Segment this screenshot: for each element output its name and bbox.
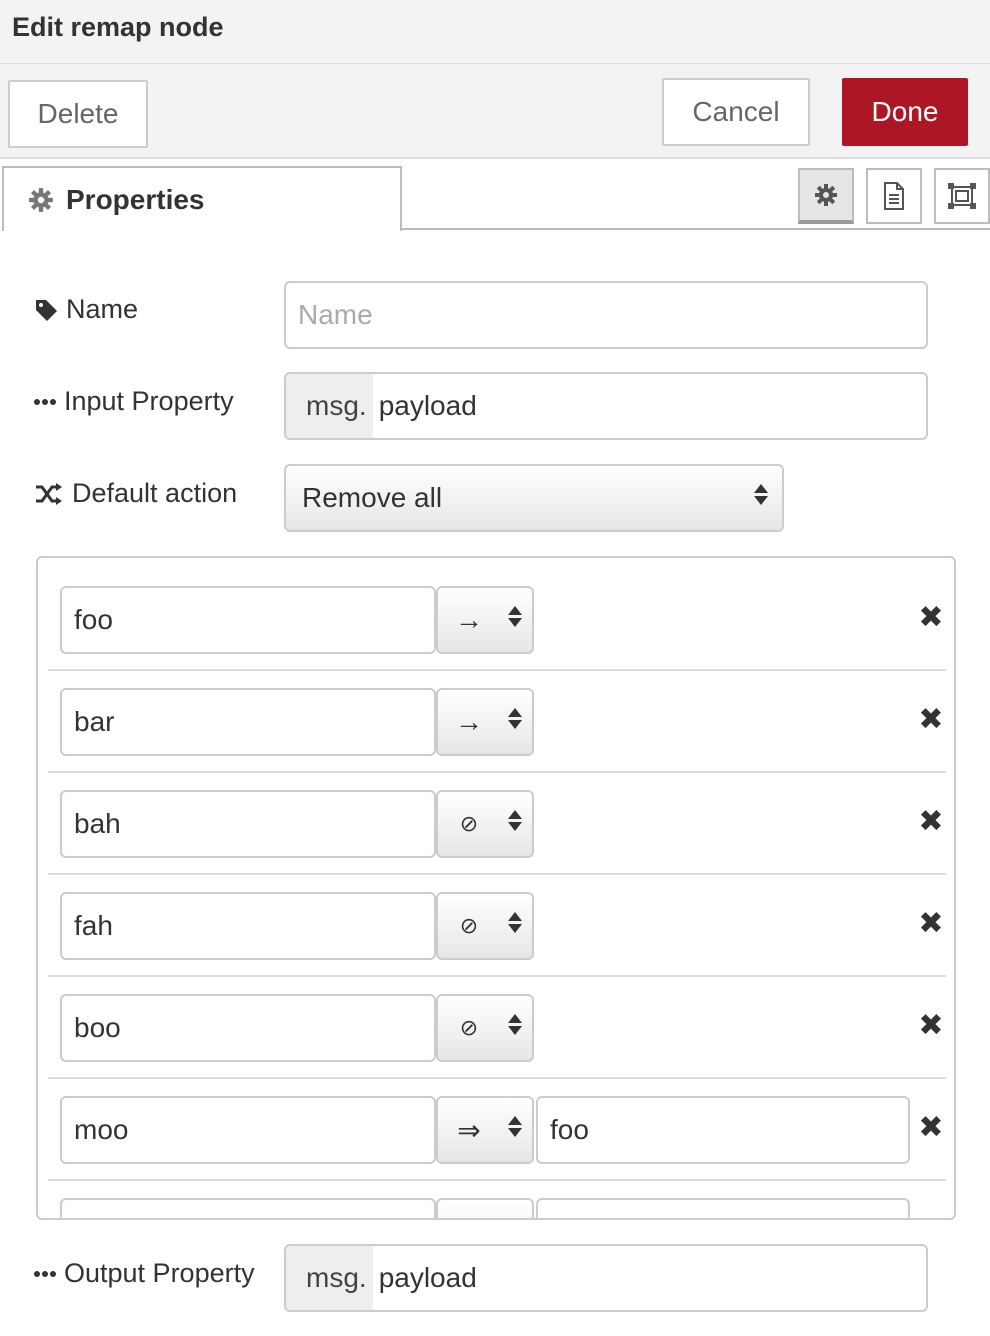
name-label: Name bbox=[34, 294, 138, 325]
dialog-toolbar: Delete Cancel Done bbox=[0, 64, 990, 159]
default-action-value: Remove all bbox=[302, 482, 443, 513]
tab-properties-label: Properties bbox=[66, 183, 205, 215]
input-property-label: Input Property bbox=[34, 386, 234, 417]
tab-bar: Properties bbox=[0, 161, 990, 231]
delete-rule-icon[interactable]: ✖ bbox=[916, 1111, 946, 1144]
delete-rule-icon[interactable]: ✖ bbox=[916, 703, 946, 736]
ellipsis-icon bbox=[34, 1270, 56, 1278]
input-property-label-text: Input Property bbox=[64, 386, 234, 416]
select-arrows-icon bbox=[508, 1116, 522, 1137]
rule-divider bbox=[48, 669, 946, 671]
ellipsis-icon bbox=[34, 398, 56, 406]
rule-from-input[interactable]: foo bbox=[60, 586, 436, 654]
frame-icon bbox=[948, 183, 976, 209]
tag-icon bbox=[34, 298, 58, 322]
tab-properties[interactable]: Properties bbox=[2, 166, 402, 231]
gear-icon bbox=[29, 187, 53, 212]
output-property-value[interactable]: payload bbox=[373, 1246, 477, 1310]
keep-arrow-icon: → bbox=[455, 604, 483, 635]
rule-operation-select[interactable]: → bbox=[436, 586, 534, 654]
rule-from-input[interactable]: moo bbox=[60, 1096, 436, 1164]
default-action-select[interactable]: Remove all bbox=[284, 464, 784, 532]
rule-operation-select[interactable]: ⊘ bbox=[436, 892, 534, 960]
dialog-title: Edit remap node bbox=[12, 12, 224, 42]
name-label-text: Name bbox=[66, 294, 139, 324]
rule-divider bbox=[48, 771, 946, 773]
output-property-type[interactable]: msg. bbox=[286, 1246, 373, 1310]
document-icon bbox=[884, 182, 904, 210]
shuffle-icon bbox=[34, 482, 64, 506]
output-property-field[interactable]: msg. payload bbox=[284, 1244, 928, 1312]
delete-rule-icon[interactable]: ✖ bbox=[916, 1009, 946, 1042]
rule-divider bbox=[48, 975, 946, 977]
rule-divider bbox=[48, 1179, 946, 1181]
rules-list[interactable]: foo → ✖ bar → ✖ bah ⊘ ✖ fah ⊘ ✖ boo ⊘ ✖ … bbox=[36, 556, 956, 1220]
rule-to-input[interactable]: foo bbox=[536, 1096, 910, 1164]
input-property-field[interactable]: msg. payload bbox=[284, 372, 928, 440]
tab-description-button[interactable] bbox=[866, 168, 922, 224]
dialog-titlebar: Edit remap node bbox=[0, 0, 990, 64]
select-arrows-icon bbox=[508, 708, 522, 729]
delete-rule-icon[interactable]: ✖ bbox=[916, 805, 946, 838]
cancel-button[interactable]: Cancel bbox=[662, 78, 810, 146]
done-button[interactable]: Done bbox=[842, 78, 968, 146]
rule-operation-select-partial[interactable] bbox=[436, 1198, 534, 1218]
rule-to-input-partial[interactable] bbox=[536, 1198, 910, 1218]
tab-appearance-button[interactable] bbox=[934, 168, 990, 224]
rule-operation-select[interactable]: ⊘ bbox=[436, 994, 534, 1062]
rule-divider bbox=[48, 873, 946, 875]
gear-icon bbox=[815, 184, 837, 206]
name-placeholder: Name bbox=[298, 299, 373, 330]
rule-from-input[interactable]: fah bbox=[60, 892, 436, 960]
select-arrows-icon bbox=[508, 912, 522, 933]
rename-arrow-icon: ⇒ bbox=[457, 1114, 481, 1146]
delete-button[interactable]: Delete bbox=[8, 80, 148, 148]
delete-rule-icon[interactable]: ✖ bbox=[916, 907, 946, 940]
remove-icon: ⊘ bbox=[459, 811, 479, 836]
select-arrows-icon bbox=[508, 606, 522, 627]
name-input[interactable]: Name bbox=[284, 281, 928, 349]
default-action-label-text: Default action bbox=[72, 478, 238, 508]
keep-arrow-icon: → bbox=[455, 706, 483, 737]
remove-icon: ⊘ bbox=[459, 913, 479, 938]
rule-from-input-partial[interactable] bbox=[60, 1198, 436, 1218]
input-property-value[interactable]: payload bbox=[373, 374, 477, 438]
delete-rule-icon[interactable]: ✖ bbox=[916, 601, 946, 634]
rule-from-input[interactable]: boo bbox=[60, 994, 436, 1062]
default-action-label: Default action bbox=[34, 478, 237, 509]
select-arrows-icon bbox=[508, 810, 522, 831]
tab-settings-button[interactable] bbox=[798, 168, 854, 224]
remove-icon: ⊘ bbox=[459, 1015, 479, 1040]
rule-from-input[interactable]: bar bbox=[60, 688, 436, 756]
output-property-label-text: Output Property bbox=[64, 1258, 255, 1288]
output-property-label: Output Property bbox=[34, 1258, 255, 1289]
select-arrows-icon bbox=[754, 484, 768, 505]
input-property-type[interactable]: msg. bbox=[286, 374, 373, 438]
rule-divider bbox=[48, 1077, 946, 1079]
tab-baseline bbox=[400, 228, 990, 230]
select-arrows-icon bbox=[508, 1014, 522, 1035]
rule-from-input[interactable]: bah bbox=[60, 790, 436, 858]
rule-operation-select[interactable]: ⊘ bbox=[436, 790, 534, 858]
rule-operation-select[interactable]: ⇒ bbox=[436, 1096, 534, 1164]
rule-operation-select[interactable]: → bbox=[436, 688, 534, 756]
